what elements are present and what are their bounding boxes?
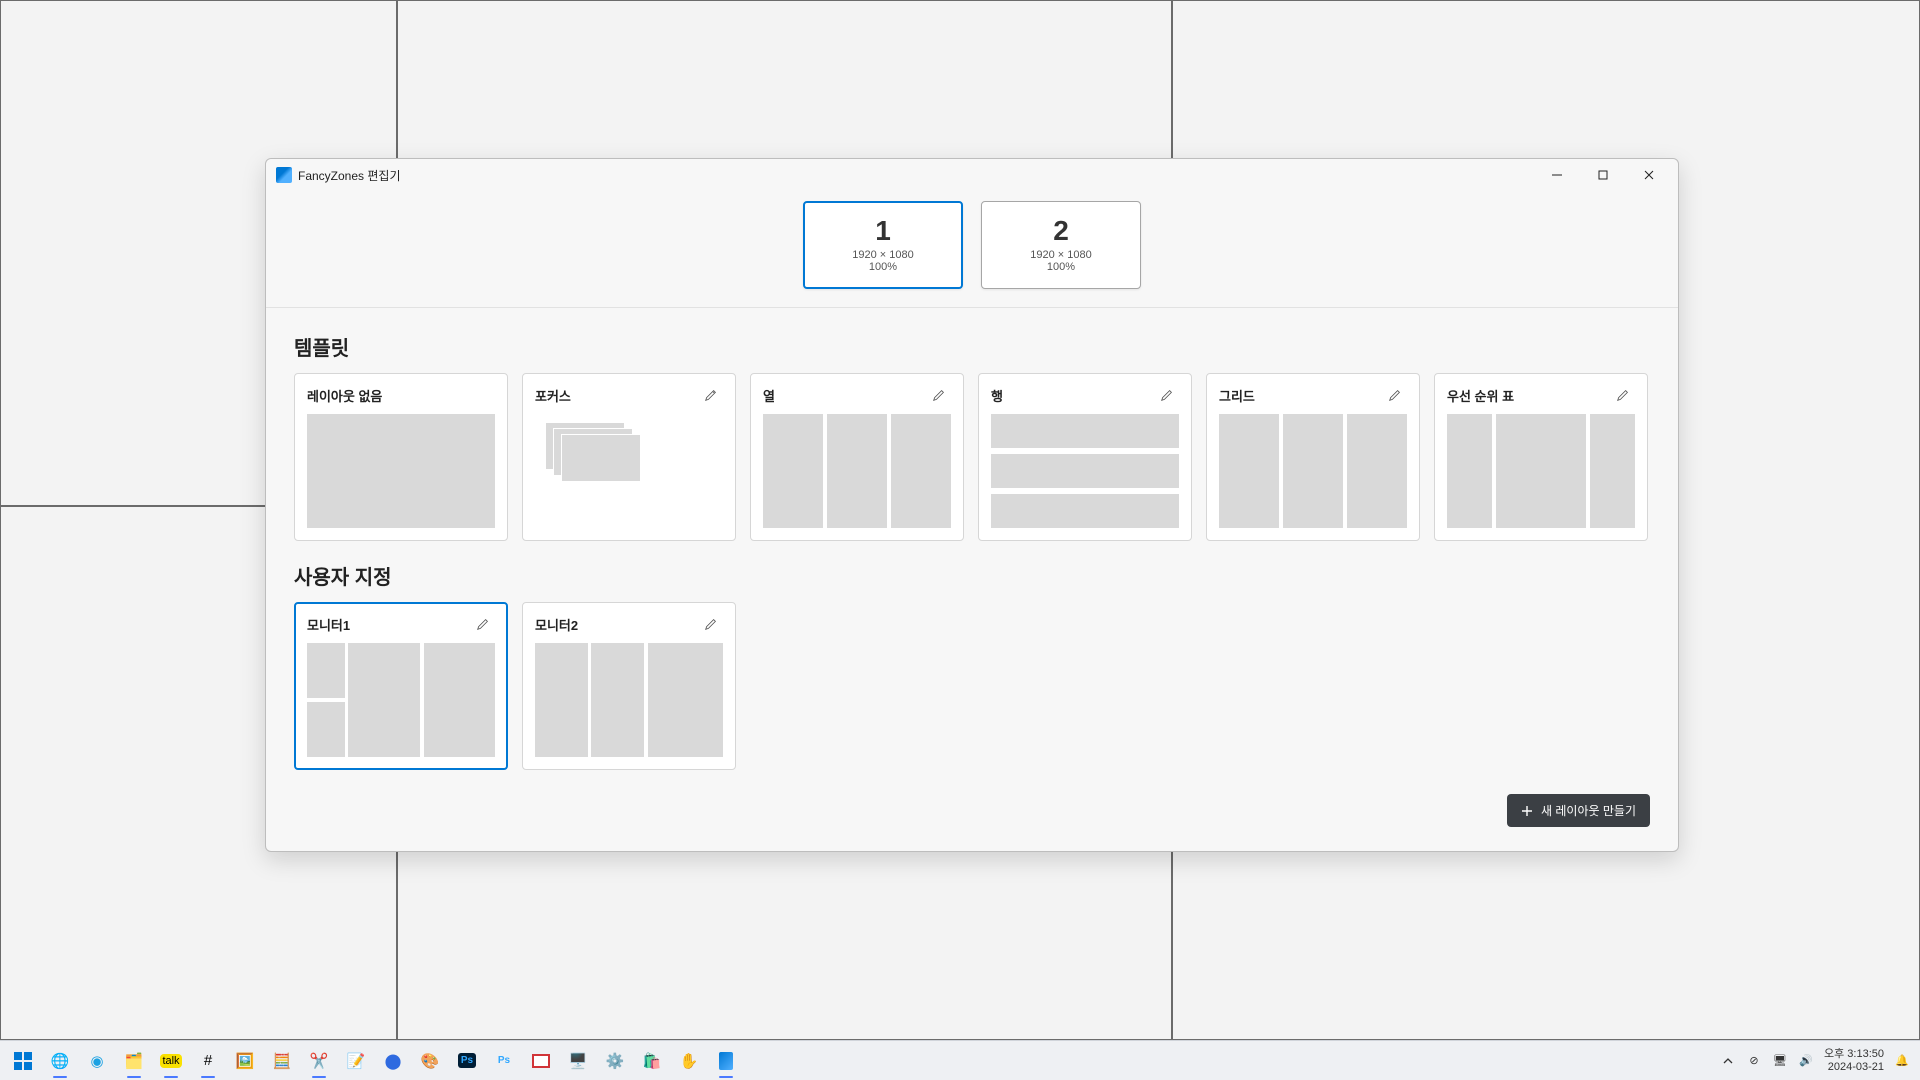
taskbar-calculator[interactable]: 🧮 <box>269 1048 295 1074</box>
template-title: 그리드 <box>1219 386 1255 405</box>
pencil-icon <box>1616 388 1630 402</box>
template-card-none[interactable]: 레이아웃 없음 <box>294 373 508 541</box>
app-icon <box>276 167 292 183</box>
template-card-focus[interactable]: 포커스 <box>522 373 736 541</box>
template-preview-grid <box>1219 414 1407 528</box>
taskbar-photoshop[interactable]: Ps <box>454 1048 480 1074</box>
template-title: 레이아웃 없음 <box>307 386 382 405</box>
custom-card-monitor2[interactable]: 모니터2 <box>522 602 736 770</box>
section-title-custom: 사용자 지정 <box>294 561 1650 590</box>
custom-preview-monitor1 <box>307 643 495 757</box>
taskbar-paint[interactable]: 🎨 <box>417 1048 443 1074</box>
template-preview-focus <box>535 414 723 528</box>
taskbar-apps: 🌐 ◉ 🗂️ talk # 🖼️ 🧮 ✂️ 📝 ⬤ 🎨 Ps Ps 🖥️ ⚙️ … <box>10 1048 739 1074</box>
taskbar-app-grey[interactable]: ✋ <box>676 1048 702 1074</box>
systray[interactable]: ⊘ 🖥 🔊 오후 3:13:50 2024-03-21 🔔 <box>1720 1048 1910 1073</box>
tray-clock[interactable]: 오후 3:13:50 2024-03-21 <box>1824 1048 1884 1073</box>
maximize-button[interactable] <box>1580 159 1626 191</box>
edit-button[interactable] <box>1611 383 1635 407</box>
taskbar-explorer[interactable]: 🗂️ <box>121 1048 147 1074</box>
new-layout-button[interactable]: 새 레이아웃 만들기 <box>1507 794 1650 827</box>
template-preview-priority <box>1447 414 1635 528</box>
desktop: FancyZones 편집기 1 1920 × 1080 100% 2 1920… <box>0 0 1920 1080</box>
fancyzones-editor-window: FancyZones 편집기 1 1920 × 1080 100% 2 1920… <box>265 158 1679 852</box>
section-title-templates: 템플릿 <box>294 332 1650 361</box>
close-button[interactable] <box>1626 159 1672 191</box>
taskbar-photos[interactable]: 🖼️ <box>232 1048 258 1074</box>
taskbar-terminal[interactable]: 🖥️ <box>565 1048 591 1074</box>
taskbar-slack[interactable]: # <box>195 1048 221 1074</box>
monitor-scale: 100% <box>1047 261 1075 273</box>
custom-preview-monitor2 <box>535 643 723 757</box>
new-layout-label: 새 레이아웃 만들기 <box>1541 802 1636 819</box>
tray-date: 2024-03-21 <box>1824 1061 1884 1074</box>
tray-network-icon[interactable]: 🖥 <box>1772 1053 1788 1069</box>
monitor-resolution: 1920 × 1080 <box>1030 249 1091 261</box>
templates-row: 레이아웃 없음 포커스 <box>294 373 1650 541</box>
tray-notifications-icon[interactable]: 🔔 <box>1894 1053 1910 1069</box>
template-title: 우선 순위 표 <box>1447 386 1514 405</box>
taskbar-settings[interactable]: ⚙️ <box>602 1048 628 1074</box>
edit-button[interactable] <box>1155 383 1179 407</box>
taskbar-chrome[interactable]: 🌐 <box>47 1048 73 1074</box>
template-card-grid[interactable]: 그리드 <box>1206 373 1420 541</box>
chevron-up-icon <box>1723 1056 1733 1066</box>
plus-icon <box>1521 805 1533 817</box>
edit-button[interactable] <box>471 612 495 636</box>
pencil-icon <box>1388 388 1402 402</box>
content-area: 템플릿 레이아웃 없음 포커스 <box>266 308 1678 851</box>
monitor-selector: 1 1920 × 1080 100% 2 1920 × 1080 100% <box>266 191 1678 308</box>
taskbar-snipping[interactable]: ✂️ <box>306 1048 332 1074</box>
edit-button[interactable] <box>699 612 723 636</box>
pencil-icon <box>704 617 718 631</box>
custom-title: 모니터2 <box>535 615 578 634</box>
template-card-rows[interactable]: 행 <box>978 373 1192 541</box>
window-title: FancyZones 편집기 <box>298 167 400 184</box>
windows-icon <box>13 1051 33 1071</box>
tray-status-icon[interactable]: ⊘ <box>1746 1053 1762 1069</box>
tray-time: 오후 3:13:50 <box>1824 1048 1884 1061</box>
pencil-icon <box>1160 388 1174 402</box>
edit-button[interactable] <box>927 383 951 407</box>
taskbar-app-red[interactable] <box>528 1048 554 1074</box>
start-button[interactable] <box>10 1048 36 1074</box>
taskbar-kakaotalk[interactable]: talk <box>158 1048 184 1074</box>
custom-title: 모니터1 <box>307 615 350 634</box>
custom-card-monitor1[interactable]: 모니터1 <box>294 602 508 770</box>
tray-overflow[interactable] <box>1720 1053 1736 1069</box>
monitor-number: 2 <box>1053 217 1069 245</box>
monitor-number: 1 <box>875 217 891 245</box>
template-preview-columns <box>763 414 951 528</box>
titlebar[interactable]: FancyZones 편집기 <box>266 159 1678 191</box>
monitor-card-2[interactable]: 2 1920 × 1080 100% <box>981 201 1141 289</box>
template-card-columns[interactable]: 열 <box>750 373 964 541</box>
template-title: 포커스 <box>535 386 571 405</box>
taskbar-store[interactable]: 🛍️ <box>639 1048 665 1074</box>
minimize-button[interactable] <box>1534 159 1580 191</box>
pencil-icon <box>476 617 490 631</box>
edit-button[interactable] <box>1383 383 1407 407</box>
edit-button[interactable] <box>699 383 723 407</box>
template-title: 열 <box>763 386 775 405</box>
template-card-priority[interactable]: 우선 순위 표 <box>1434 373 1648 541</box>
taskbar-photoshop2[interactable]: Ps <box>491 1048 517 1074</box>
monitor-card-1[interactable]: 1 1920 × 1080 100% <box>803 201 963 289</box>
taskbar[interactable]: 🌐 ◉ 🗂️ talk # 🖼️ 🧮 ✂️ 📝 ⬤ 🎨 Ps Ps 🖥️ ⚙️ … <box>0 1040 1920 1080</box>
template-title: 행 <box>991 386 1003 405</box>
template-preview-none <box>307 414 495 528</box>
monitor-resolution: 1920 × 1080 <box>852 249 913 261</box>
tray-volume-icon[interactable]: 🔊 <box>1798 1053 1814 1069</box>
monitor-scale: 100% <box>869 261 897 273</box>
taskbar-powertoys[interactable] <box>713 1048 739 1074</box>
pencil-icon <box>932 388 946 402</box>
custom-row: 모니터1 모니터2 <box>294 602 1650 770</box>
taskbar-app-blue[interactable]: ⬤ <box>380 1048 406 1074</box>
template-preview-rows <box>991 414 1179 528</box>
taskbar-edge[interactable]: ◉ <box>84 1048 110 1074</box>
taskbar-notepad[interactable]: 📝 <box>343 1048 369 1074</box>
pencil-icon <box>704 388 718 402</box>
